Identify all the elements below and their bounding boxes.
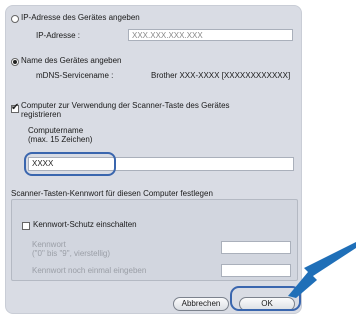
- register-computer-checkbox[interactable]: [11, 102, 19, 113]
- cancel-button[interactable]: Abbrechen: [173, 297, 229, 311]
- confirm-password-input[interactable]: [221, 264, 291, 277]
- device-name-radio-label[interactable]: Name des Gerätes angeben: [21, 56, 122, 65]
- ip-address-radio-label[interactable]: IP-Adresse des Gerätes angeben: [21, 13, 140, 22]
- computer-name-highlight: [24, 152, 116, 176]
- ip-address-label: IP-Adresse :: [36, 31, 81, 40]
- pointer-arrow-icon: [288, 242, 356, 298]
- computer-name-label: Computername: [28, 126, 84, 135]
- confirm-password-label: Kennwort noch einmal eingeben: [32, 266, 147, 275]
- password-input[interactable]: [221, 241, 291, 254]
- mdns-label: mDNS-Servicename :: [36, 71, 114, 80]
- password-protection-checkbox[interactable]: [22, 222, 30, 230]
- ip-address-input[interactable]: XXX.XXX.XXX.XXX: [128, 29, 293, 41]
- register-computer-label-line1[interactable]: Computer zur Verwendung der Scanner-Tast…: [21, 101, 230, 110]
- network-scanner-dialog: IP-Adresse des Gerätes angeben IP-Adress…: [5, 5, 302, 314]
- ip-address-radio[interactable]: [11, 15, 19, 23]
- device-name-radio[interactable]: [11, 58, 19, 66]
- computer-name-hint: (max. 15 Zeichen): [28, 135, 93, 144]
- password-section-title: Scanner-Tasten-Kennwort für diesen Compu…: [11, 189, 213, 198]
- password-label: Kennwort: [32, 240, 66, 249]
- password-section-panel: Kennwort-Schutz einschalten Kennwort ("0…: [11, 199, 298, 281]
- password-protection-label[interactable]: Kennwort-Schutz einschalten: [33, 220, 137, 229]
- register-computer-label-line2[interactable]: registrieren: [21, 110, 61, 119]
- password-hint: ("0" bis "9", vierstellig): [32, 249, 111, 258]
- mdns-value: Brother XXX-XXXX [XXXXXXXXXXXX]: [151, 71, 291, 80]
